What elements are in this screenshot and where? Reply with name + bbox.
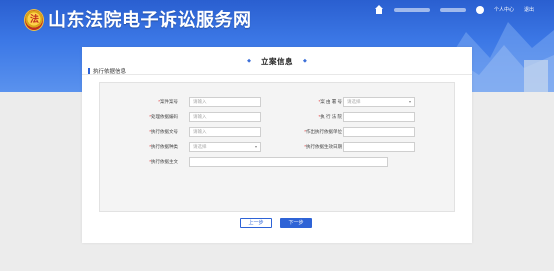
top-nav: 个人中心 退出 (374, 4, 534, 16)
basis-type-select[interactable]: 请选择 ▾ (189, 142, 261, 152)
divider (82, 74, 472, 75)
panel-title: 立案信息 (261, 56, 293, 66)
title-right-diamond-icon: ◆ (303, 58, 307, 64)
basis-content-input[interactable] (189, 157, 388, 167)
label-basis-code: *处理依据编码 (149, 114, 178, 119)
exec-court-input[interactable] (343, 112, 415, 122)
home-icon[interactable] (374, 5, 384, 15)
case-info-panel: ◆ 立案信息 ◆ 执行依据信息 *案件案号 请输入 *案 由 署 号 请选择 ▾ … (82, 47, 472, 243)
basis-code-input[interactable]: 请输入 (189, 112, 261, 122)
exit-link[interactable]: 退出 (524, 7, 534, 13)
label-exec-court: *执 行 法 院 (318, 114, 342, 119)
label-basis-type: *执行依据种类 (149, 144, 178, 149)
site-title: 山东法院电子诉讼服务网 (48, 10, 252, 30)
issuing-unit-input[interactable] (343, 127, 415, 137)
cause-select[interactable]: 请选择 ▾ (343, 97, 415, 107)
user-icon[interactable] (475, 6, 484, 14)
nav-link-blurred[interactable] (439, 8, 466, 12)
court-emblem-icon: 法 (24, 9, 44, 31)
chevron-down-icon: ▾ (408, 99, 411, 104)
label-basis-content: *执行依据主文 (149, 159, 178, 164)
case-number-input[interactable]: 请输入 (189, 97, 261, 107)
label-case-number: *案件案号 (158, 99, 178, 104)
prev-step-button[interactable]: 上一步 (240, 218, 272, 228)
user-center-link[interactable]: 个人中心 (494, 7, 514, 13)
title-left-diamond-icon: ◆ (247, 58, 251, 64)
label-basis-doc-number: *执行依据文号 (149, 129, 178, 134)
basis-doc-number-input[interactable]: 请输入 (189, 127, 261, 137)
panel-title-row: ◆ 立案信息 ◆ (82, 55, 472, 67)
label-cause: *案 由 署 号 (318, 99, 342, 104)
nav-link-blurred[interactable] (393, 8, 430, 12)
form-area: *案件案号 请输入 *案 由 署 号 请选择 ▾ *处理依据编码 请输入 *执 行… (99, 82, 455, 212)
label-issuing-unit: *作出执行依据单位 (304, 129, 342, 134)
emblem-char: 法 (30, 14, 40, 24)
chevron-down-icon: ▾ (254, 144, 257, 149)
next-step-button[interactable]: 下一步 (280, 218, 312, 228)
effective-date-input[interactable] (343, 142, 415, 152)
label-effective-date: *执行依据生效日期 (304, 144, 342, 149)
